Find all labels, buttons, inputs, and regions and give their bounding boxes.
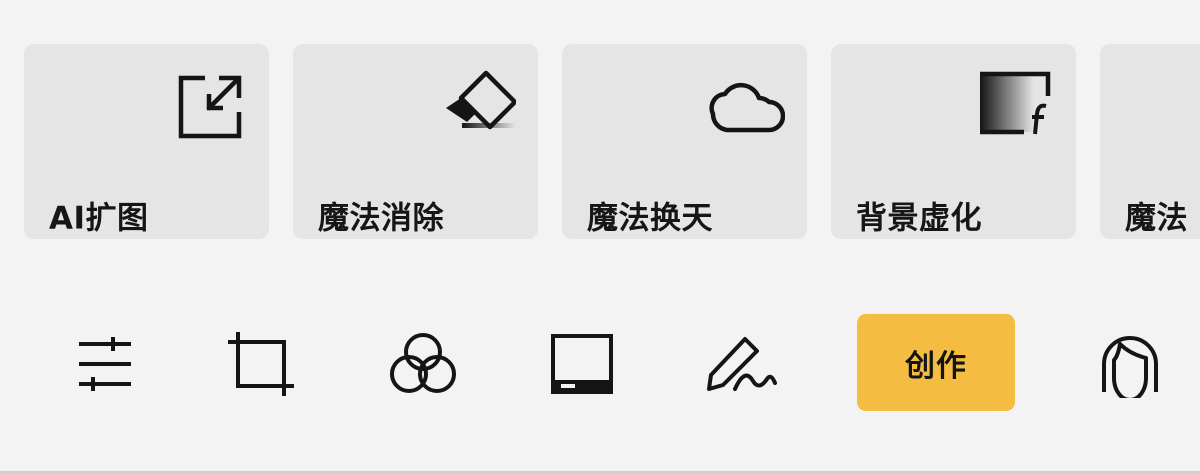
filter-button[interactable] — [387, 328, 459, 400]
sliders-icon — [75, 334, 135, 394]
card-ai-expand[interactable]: AI扩图 — [24, 44, 269, 239]
card-label: 魔法换天 — [587, 200, 713, 237]
card-background-blur[interactable]: 背景虚化 — [831, 44, 1076, 239]
adjust-button[interactable] — [69, 328, 141, 400]
crop-button[interactable] — [228, 328, 300, 400]
create-button[interactable]: 创作 — [857, 314, 1015, 411]
card-magic-sky[interactable]: 魔法换天 — [562, 44, 807, 239]
pencil-signature-icon — [705, 333, 777, 395]
feature-cards-row: AI扩图 魔法消除 魔法换天 背景虚化 魔法 — [0, 0, 1200, 260]
frame-icon — [549, 333, 615, 395]
portrait-icon — [1096, 330, 1164, 398]
crop-icon — [226, 330, 302, 398]
background-blur-icon — [978, 70, 1054, 140]
card-label: AI扩图 — [49, 200, 149, 237]
frame-button[interactable] — [546, 328, 618, 400]
card-magic-erase[interactable]: 魔法消除 — [293, 44, 538, 239]
cloud-icon — [709, 70, 785, 140]
eraser-icon — [440, 70, 516, 140]
create-label: 创作 — [905, 348, 967, 384]
portrait-button[interactable] — [1094, 328, 1166, 400]
expand-image-icon — [171, 70, 247, 140]
card-magic-partial[interactable]: 魔法 — [1100, 44, 1200, 239]
bottom-toolbar: 创作 — [0, 300, 1200, 425]
card-label: 背景虚化 — [856, 200, 982, 237]
filter-circles-icon — [387, 330, 459, 398]
card-label: 魔法消除 — [318, 200, 444, 237]
card-label: 魔法 — [1125, 200, 1188, 237]
draw-button[interactable] — [705, 328, 777, 400]
